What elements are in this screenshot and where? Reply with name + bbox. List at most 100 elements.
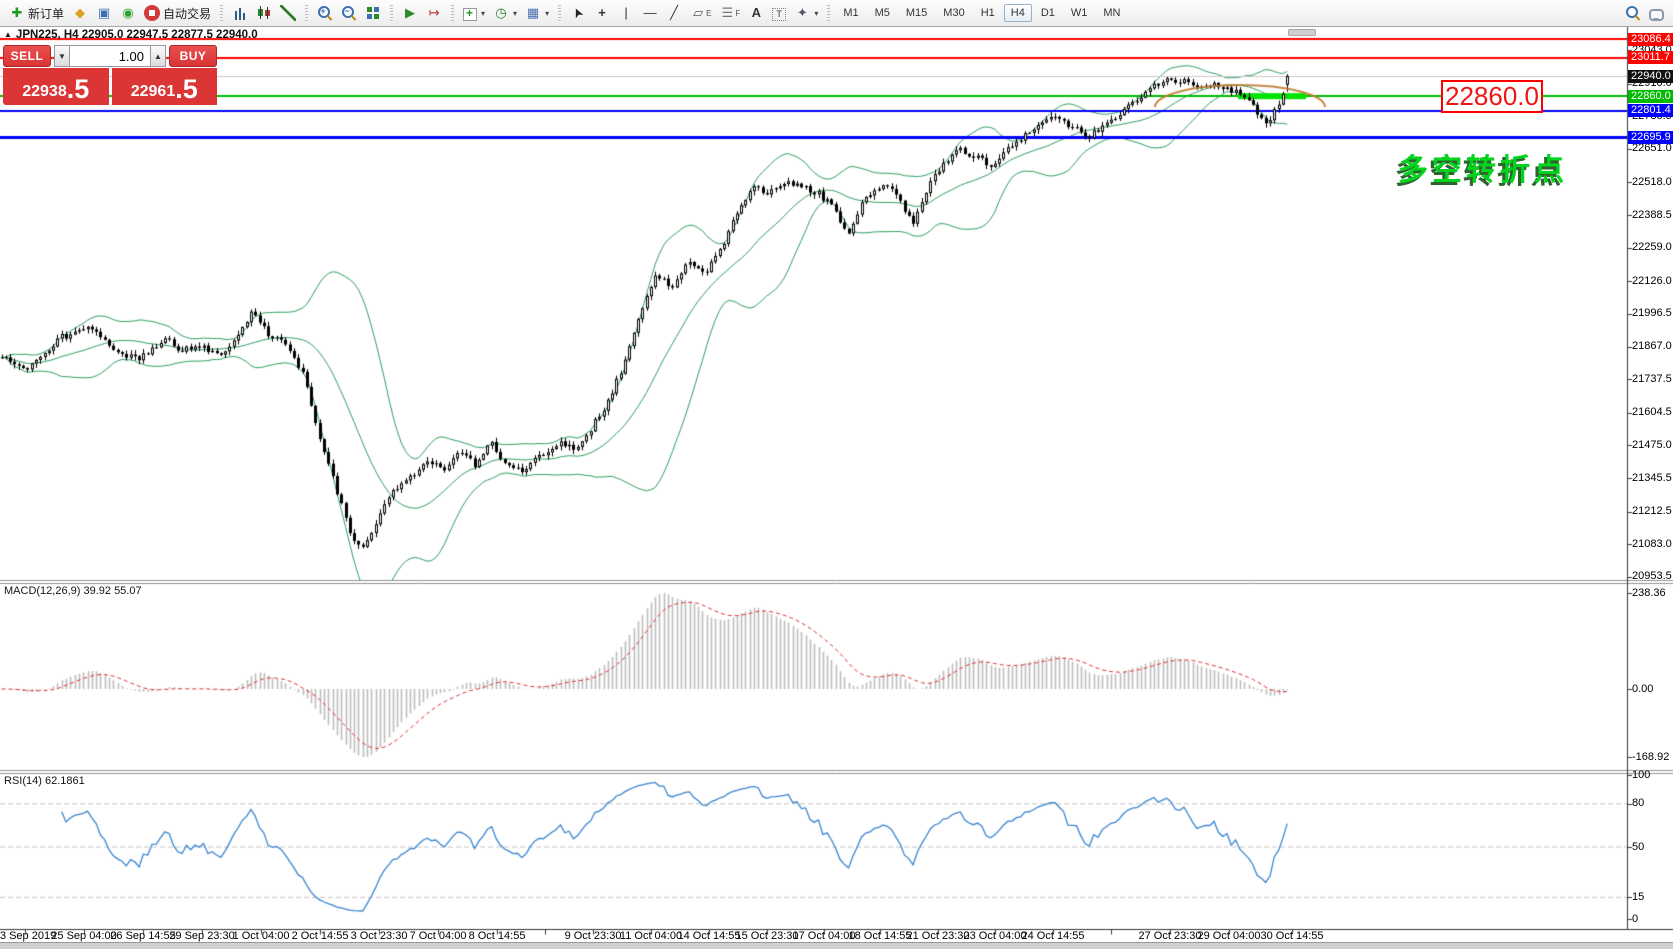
toolbar-button-line-chart[interactable] <box>276 3 300 23</box>
time-axis-label: 14 Oct 14:55 <box>678 930 741 942</box>
toolbar-button-search[interactable] <box>1621 3 1645 23</box>
sell-price[interactable]: 22938.5 <box>3 68 109 105</box>
rsi-indicator-label: RSI(14) 62.1861 <box>4 775 85 787</box>
search-icon <box>1625 5 1641 21</box>
candle-chart-icon <box>256 5 272 21</box>
market-icon: ▣ <box>96 5 112 21</box>
price-level-flag: 22801.4 <box>1628 104 1673 117</box>
toolbar-button-trendline[interactable]: ╱ <box>662 3 686 23</box>
price-axis-tick: 21604.5 <box>1632 406 1672 419</box>
toolbar-button-hline[interactable]: — <box>638 3 662 23</box>
timeframe-M1[interactable]: M1 <box>836 4 865 22</box>
price-axis-tick: 22126.0 <box>1632 275 1672 288</box>
price-axis-tick: 20953.5 <box>1632 570 1672 583</box>
timeframe-M5[interactable]: M5 <box>868 4 897 22</box>
price-level-flag: 23011.7 <box>1628 51 1673 64</box>
buy-price-frac: .5 <box>175 76 198 102</box>
toolbar-button-signals[interactable]: ◉ <box>116 3 140 23</box>
volume-input[interactable] <box>70 45 150 67</box>
timeframe-W1[interactable]: W1 <box>1064 4 1095 22</box>
chart-scroll-thumb[interactable] <box>1288 29 1316 36</box>
templates-icon: ▦ <box>525 5 541 21</box>
fibonacci-sub-label: F <box>735 9 740 18</box>
time-axis-label: 18 Oct 14:55 <box>849 930 912 942</box>
time-axis-label: 1 Oct 04:00 <box>233 930 290 942</box>
toolbar-button-fibonacci[interactable]: ☰F <box>715 3 744 23</box>
signals-icon: ◉ <box>120 5 136 21</box>
sell-price-main: 22938 <box>22 82 67 102</box>
symbol-direction-icon: ▲ <box>4 30 12 39</box>
toolbar-button-gold[interactable]: ◆ <box>68 3 92 23</box>
toolbar-button-shapes[interactable]: ✦▾ <box>790 3 822 23</box>
text-label-icon <box>772 8 786 21</box>
timeframe-H1[interactable]: H1 <box>974 4 1002 22</box>
toolbar-button-crosshair[interactable]: + <box>590 3 614 23</box>
price-axis-tick: 21475.0 <box>1632 439 1672 452</box>
timeframe-MN[interactable]: MN <box>1096 4 1127 22</box>
macd-indicator-label: MACD(12,26,9) 39.92 55.07 <box>4 585 142 597</box>
toolbar-button-chart-shift[interactable]: ↦ <box>422 3 446 23</box>
time-axis-label: 26 Sep 14:55 <box>110 930 175 942</box>
price-level-flag: 22940.0 <box>1628 70 1673 83</box>
text-icon: A <box>748 5 764 21</box>
volume-decrease-button[interactable]: ▼ <box>54 45 70 67</box>
volume-control: ▼ ▲ <box>54 45 166 67</box>
chart-window: ▲ JPN225, H4 22905.0 22947.5 22877.5 2294… <box>0 27 1673 948</box>
toolbar-button-chat[interactable] <box>1645 5 1668 21</box>
rsi-axis-tick: 100 <box>1632 769 1650 782</box>
price-axis-tick: 22388.5 <box>1632 209 1672 222</box>
toolbar-button-new-chart[interactable]: ▾ <box>459 5 489 22</box>
buy-price-main: 22961 <box>131 82 176 102</box>
toolbar-button-candle-chart[interactable] <box>252 3 276 23</box>
toolbar-button-zoom-in[interactable]: + <box>313 3 337 23</box>
time-axis-label: 9 Oct 23:30 <box>565 930 622 942</box>
time-axis-label: 23 Oct 04:00 <box>964 930 1027 942</box>
crosshair-icon: + <box>594 5 610 21</box>
dropdown-caret-icon: ▾ <box>481 9 485 18</box>
chart-title-text: JPN225, H4 22905.0 22947.5 22877.5 22940… <box>16 29 258 41</box>
channel-sub-label: E <box>706 9 711 18</box>
time-axis-label: 29 Sep 23:30 <box>169 930 234 942</box>
time-axis-label: 24 Oct 14:55 <box>1022 930 1085 942</box>
toolbar-button-text-label[interactable] <box>768 5 790 22</box>
volume-increase-button[interactable]: ▲ <box>150 45 166 67</box>
timeframe-D1[interactable]: D1 <box>1034 4 1062 22</box>
sell-button[interactable]: SELL <box>3 45 51 67</box>
toolbar-button-channel[interactable]: ▱E <box>686 3 715 23</box>
time-axis-label: 30 Oct 14:55 <box>1261 930 1324 942</box>
time-axis-label: 25 Sep 04:00 <box>51 930 116 942</box>
timeframe-H4[interactable]: H4 <box>1004 4 1032 22</box>
time-axis-label: 2 Oct 14:55 <box>292 930 349 942</box>
toolbar-button-periods[interactable]: ◷▾ <box>489 3 521 23</box>
toolbar-button-tile-windows[interactable] <box>361 3 385 23</box>
toolbar-button-vline[interactable]: | <box>614 3 638 23</box>
toolbar-button-bar-chart[interactable] <box>228 3 252 23</box>
time-axis-label: 15 Oct 23:30 <box>736 930 799 942</box>
toolbar-button-market[interactable]: ▣ <box>92 3 116 23</box>
price-axis-tick: 22518.0 <box>1632 176 1672 189</box>
price-level-callout[interactable]: 22860.0 <box>1441 80 1543 113</box>
fibonacci-icon: ☰ <box>719 5 735 21</box>
buy-price[interactable]: 22961.5 <box>112 68 218 105</box>
toolbar-separator <box>220 5 223 22</box>
toolbar-button-zoom-out[interactable]: − <box>337 3 361 23</box>
time-axis-label: 3 Oct 23:30 <box>351 930 408 942</box>
time-axis-label: 7 Oct 04:00 <box>410 930 467 942</box>
toolbar-button-new-order[interactable]: ✚新订单 <box>5 3 68 24</box>
toolbar-button-cursor[interactable]: ➤ <box>566 3 590 23</box>
toolbar-button-auto-scroll[interactable]: ▶ <box>398 3 422 23</box>
timeframe-M15[interactable]: M15 <box>899 4 934 22</box>
zoom-in-icon: + <box>317 5 333 21</box>
dropdown-caret-icon: ▾ <box>513 9 517 18</box>
buy-button[interactable]: BUY <box>169 45 217 67</box>
time-axis-label: 21 Oct 23:30 <box>907 930 970 942</box>
time-axis-label: 11 Oct 04:00 <box>620 930 682 942</box>
macd-axis-tick: -168.92 <box>1632 751 1669 764</box>
chat-icon <box>1649 9 1664 21</box>
timeframe-M30[interactable]: M30 <box>936 4 971 22</box>
toolbar-button-autotrade[interactable]: 自动交易 <box>140 3 215 24</box>
toolbar-button-templates[interactable]: ▦▾ <box>521 3 553 23</box>
annotation-text[interactable]: 多空转折点 <box>1398 145 1568 189</box>
toolbar-button-text[interactable]: A <box>744 3 768 23</box>
bar-chart-icon <box>232 5 248 21</box>
